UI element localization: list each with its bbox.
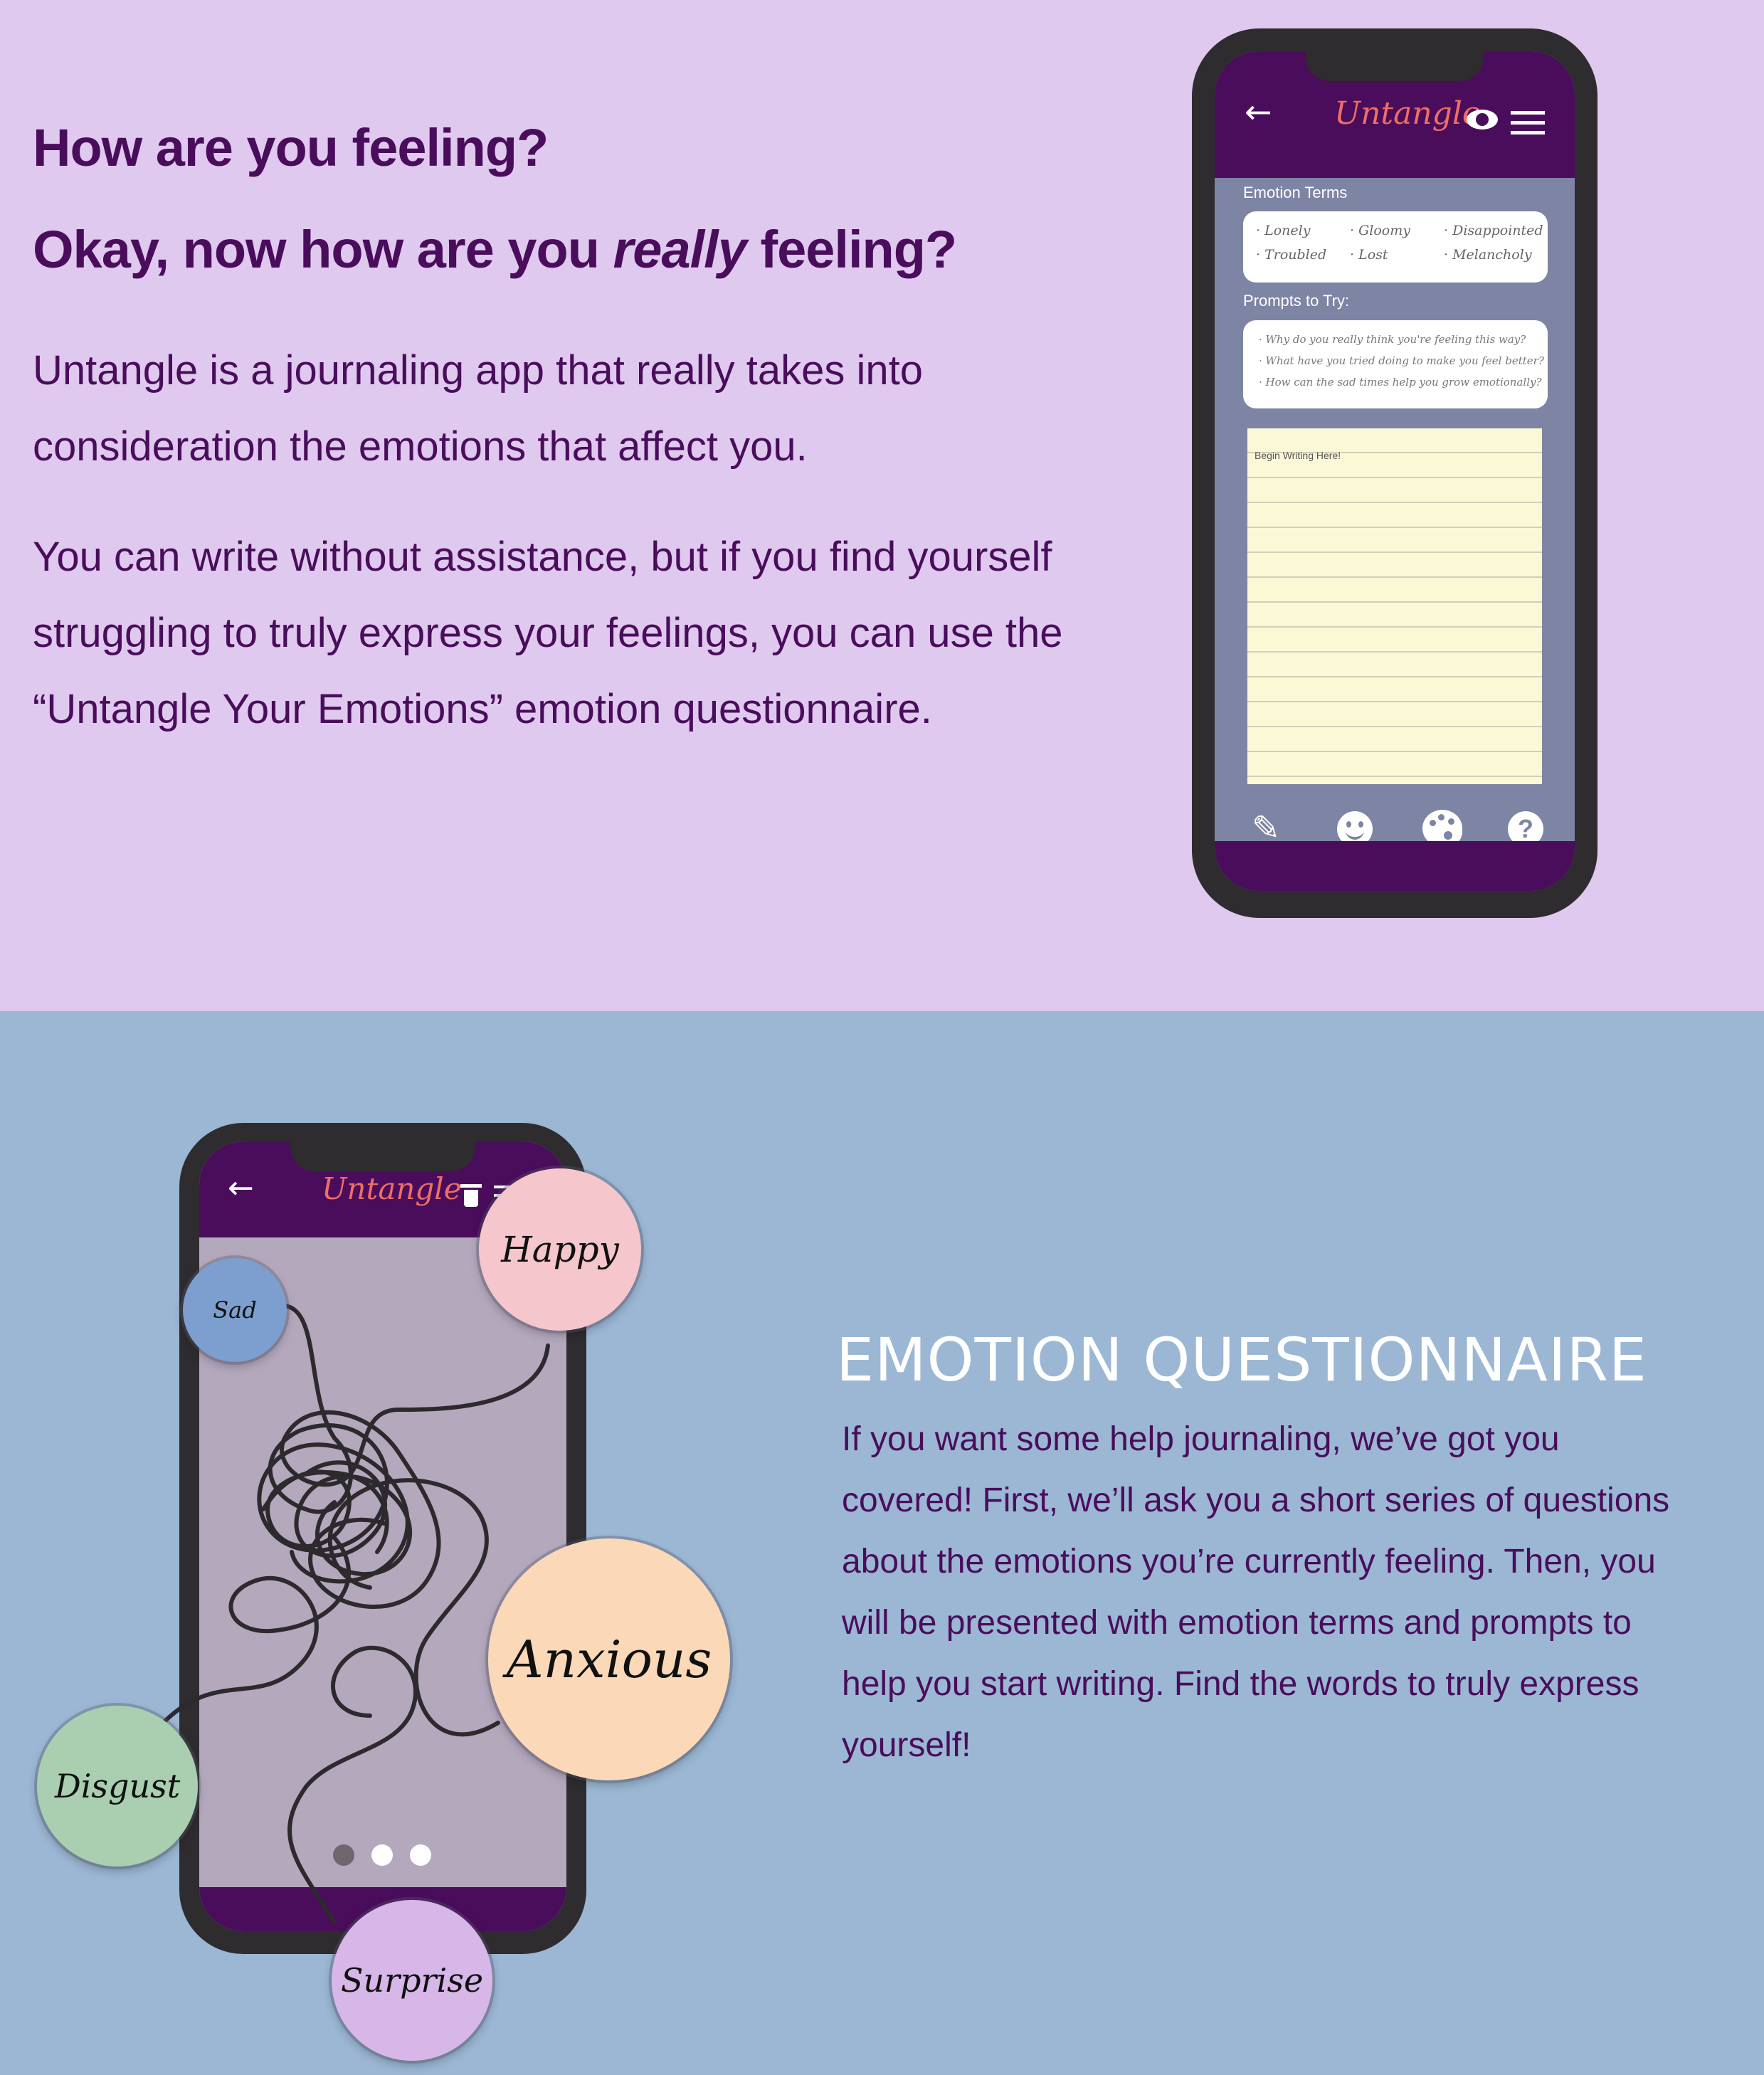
emotion-label: Sad: [213, 1297, 257, 1324]
hamburger-menu-icon[interactable]: [1511, 111, 1545, 135]
pagination-dot-active[interactable]: [333, 1844, 354, 1866]
heading-2-prefix: Okay, now how are you: [33, 220, 613, 279]
term: · Troubled: [1256, 247, 1327, 263]
intro-paragraph-2: You can write without assistance, but if…: [33, 534, 1063, 732]
emotion-terms-label: Emotion Terms: [1243, 184, 1348, 201]
questionnaire-title: EMOTION QUESTIONNAIRE: [836, 1325, 1647, 1395]
term: · Gloomy: [1350, 223, 1410, 238]
emotion-label: Surprise: [340, 1961, 484, 2000]
heading-2-emphasis: really: [613, 220, 747, 279]
intro-heading-2: Okay, now how are you really feeling?: [33, 219, 957, 280]
emotion-terms-card: · Lonely · Gloomy · Disappointed · Troub…: [1243, 211, 1548, 283]
prompt-item: · How can the sad times help you grow em…: [1259, 376, 1542, 389]
term: · Lost: [1350, 247, 1388, 263]
arrow-left-icon[interactable]: ←: [1245, 93, 1272, 131]
intro-heading-1: How are you feeling?: [33, 118, 549, 177]
emotion-bubble-anxious[interactable]: Anxious: [488, 1538, 730, 1780]
emotion-bubble-surprise[interactable]: Surprise: [332, 1900, 492, 2061]
heading-2-suffix: feeling?: [746, 220, 957, 279]
intro-paragraph-1: Untangle is a journaling app that really…: [33, 347, 923, 470]
questionnaire-body: If you want some help journaling, we’ve …: [842, 1420, 1670, 1764]
journal-phone-mockup: ← Untangle Emotion Terms · Lonely · Gloo…: [1192, 28, 1597, 918]
term: · Disappointed: [1444, 223, 1543, 238]
intro-section: How are you feeling? Okay, now how are y…: [0, 0, 1764, 1011]
eye-icon[interactable]: [1467, 110, 1498, 130]
emotion-bubble-happy[interactable]: Happy: [479, 1168, 641, 1331]
journal-screen: ← Untangle Emotion Terms · Lonely · Gloo…: [1215, 51, 1575, 891]
app-logo: Untangle: [1334, 95, 1481, 132]
prompt-item: · What have you tried doing to make you …: [1259, 354, 1544, 367]
nav-bar: [1215, 841, 1575, 891]
emotion-label: Happy: [501, 1229, 619, 1270]
pagination-dot[interactable]: [410, 1844, 431, 1866]
journal-writing-area[interactable]: Begin Writing Here!: [1247, 428, 1542, 784]
prompt-item: · Why do you really think you're feeling…: [1259, 333, 1526, 346]
writing-placeholder: Begin Writing Here!: [1255, 450, 1341, 461]
phone-notch: [1306, 51, 1484, 81]
term: · Lonely: [1256, 223, 1311, 238]
emotion-label: Disgust: [54, 1767, 181, 1805]
emotion-label: Anxious: [506, 1630, 712, 1689]
pagination-dot[interactable]: [371, 1844, 393, 1866]
prompts-card: · Why do you really think you're feeling…: [1243, 320, 1548, 408]
emotion-bubble-disgust[interactable]: Disgust: [37, 1706, 198, 1867]
term: · Melancholy: [1444, 247, 1532, 263]
emotion-bubble-sad[interactable]: Sad: [183, 1258, 287, 1362]
prompts-label: Prompts to Try:: [1243, 292, 1350, 310]
